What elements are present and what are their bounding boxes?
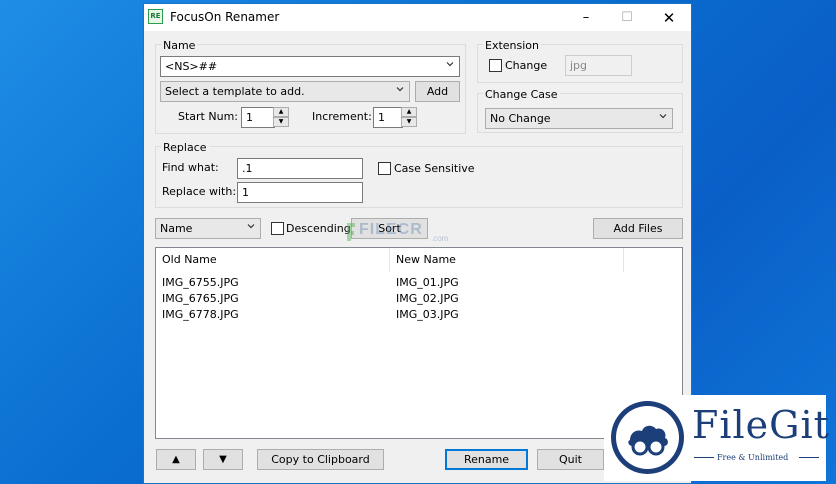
case-sensitive-checkbox[interactable] [378,162,391,175]
maximize-button[interactable]: ☐ [610,7,644,29]
chevron-down-icon [396,87,404,92]
name-template-value: <NS>## [165,60,218,73]
name-group-label: Name [161,39,198,52]
start-num-spinner[interactable]: ▲ ▼ [273,107,289,128]
extension-input[interactable]: jpg [565,55,632,76]
chevron-down-icon [446,62,454,67]
spin-down-icon[interactable]: ▼ [401,117,417,127]
old-name-cell[interactable]: IMG_6765.JPG [162,292,239,305]
quit-button[interactable]: Quit [537,449,604,470]
filecr-suffix: .com [431,234,449,243]
filecr-text: FILECR [359,221,423,238]
new-name-cell[interactable]: IMG_03.JPG [396,308,459,321]
start-num-label: Start Num: [178,110,238,123]
minimize-button[interactable]: – [569,7,603,29]
app-icon: RE [148,9,163,24]
extension-change-checkbox[interactable] [489,59,502,72]
start-num-input[interactable]: 1 [241,107,275,128]
extension-change-label: Change [505,59,548,72]
chevron-down-icon [659,114,667,119]
increment-input[interactable]: 1 [373,107,403,128]
divider [799,457,819,458]
move-up-button[interactable]: ▲ [156,449,196,470]
divider [694,457,714,458]
filegit-badge: FileGit Free & Unlimited [604,395,829,481]
move-down-button[interactable]: ▼ [203,449,243,470]
window-title: FocusOn Renamer [170,10,280,24]
spin-up-icon[interactable]: ▲ [401,107,417,117]
increment-spinner[interactable]: ▲ ▼ [401,107,417,128]
chevron-down-icon [247,224,255,229]
column-header-old-name[interactable]: Old Name [156,248,390,272]
descending-checkbox[interactable] [271,222,284,235]
filegit-logo-icon [611,401,684,474]
filegit-tagline: Free & Unlimited [717,453,789,462]
template-select-value: Select a template to add. [165,85,305,98]
filecr-logo-icon [347,223,355,241]
spin-up-icon[interactable]: ▲ [273,107,289,117]
title-bar[interactable]: RE FocusOn Renamer – ☐ ✕ [144,4,691,31]
find-what-input[interactable]: .1 [237,158,363,179]
replace-group-label: Replace [161,141,209,154]
descending-label: Descending [286,222,351,235]
filecr-watermark: FILECR .com [345,218,455,246]
sort-by-select[interactable]: Name [155,218,261,239]
replace-with-label: Replace with: [162,185,237,198]
change-case-value: No Change [490,112,551,125]
close-button[interactable]: ✕ [652,7,686,29]
case-sensitive-label: Case Sensitive [394,162,475,175]
template-select[interactable]: Select a template to add. [160,81,410,102]
cloud-glasses-icon [628,425,668,456]
new-name-cell[interactable]: IMG_01.JPG [396,276,459,289]
extension-group-label: Extension [483,39,542,52]
replace-group [155,146,683,208]
copy-to-clipboard-button[interactable]: Copy to Clipboard [257,449,384,470]
replace-with-input[interactable]: 1 [237,182,363,203]
new-name-cell[interactable]: IMG_02.JPG [396,292,459,305]
increment-label: Increment: [312,110,372,123]
sort-by-value: Name [160,222,193,235]
spin-down-icon[interactable]: ▼ [273,117,289,127]
old-name-cell[interactable]: IMG_6755.JPG [162,276,239,289]
change-case-group-label: Change Case [483,88,560,101]
column-header-new-name[interactable]: New Name [390,248,624,272]
change-case-select[interactable]: No Change [485,108,673,129]
filegit-name: FileGit [692,403,830,447]
name-template-combo[interactable]: <NS>## [160,56,460,77]
find-what-label: Find what: [162,161,219,174]
old-name-cell[interactable]: IMG_6778.JPG [162,308,239,321]
rename-button[interactable]: Rename [445,449,528,470]
add-files-button[interactable]: Add Files [593,218,683,239]
add-template-button[interactable]: Add [415,81,460,102]
